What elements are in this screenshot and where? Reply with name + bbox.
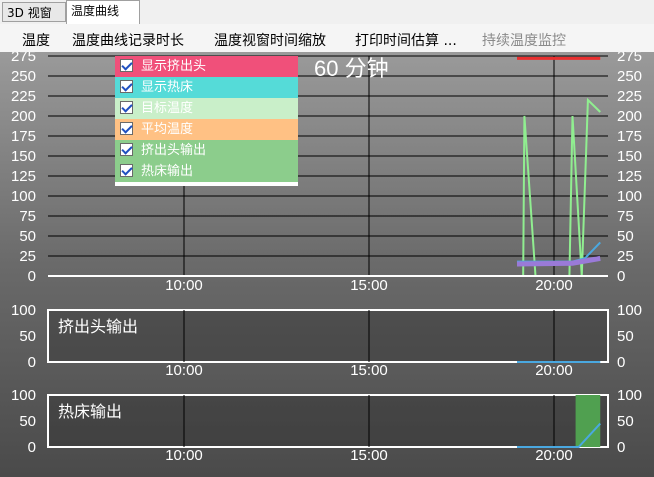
checkbox-checked[interactable] (120, 101, 133, 114)
y-tick-label-right: 0 (617, 439, 625, 456)
x-tick-label: 15:00 (350, 447, 388, 464)
y-tick-label-left: 250 (11, 68, 36, 85)
y-tick-label-right: 250 (617, 68, 642, 85)
y-tick-label-left: 0 (28, 354, 36, 371)
checkbox-checked[interactable] (120, 122, 133, 135)
x-tick-label: 10:00 (165, 362, 203, 379)
y-tick-label-left: 0 (28, 439, 36, 456)
menu-continuous-monitor[interactable]: 持续温度监控 (482, 30, 566, 50)
tab-bar: 3D 视窗 温度曲线 (0, 0, 654, 24)
series-line (517, 97, 601, 277)
checkbox-checked[interactable] (120, 59, 133, 72)
x-tick-label: 20:00 (535, 447, 573, 464)
legend-label: 显示热床 (141, 80, 194, 95)
y-tick-label-left: 200 (11, 108, 36, 125)
y-tick-label-left: 0 (28, 268, 36, 285)
x-tick-label: 15:00 (350, 277, 388, 294)
y-tick-label-right: 100 (617, 302, 642, 319)
checkbox-checked[interactable] (120, 80, 133, 93)
y-tick-label-left: 50 (19, 328, 36, 345)
legend-row[interactable]: 显示热床 (115, 77, 298, 98)
y-tick-label-right: 275 (617, 52, 642, 65)
y-tick-label-right: 50 (617, 228, 634, 245)
y-tick-label-right: 100 (617, 188, 642, 205)
legend-label: 平均温度 (141, 122, 194, 137)
y-tick-label-right: 0 (617, 354, 625, 371)
legend-label: 挤出头输出 (141, 143, 207, 158)
tab-3d-view[interactable]: 3D 视窗 (2, 2, 66, 22)
y-tick-label-left: 225 (11, 88, 36, 105)
checkbox-checked[interactable] (120, 164, 133, 177)
y-tick-label-right: 100 (617, 387, 642, 404)
x-tick-label: 15:00 (350, 362, 388, 379)
y-tick-label-right: 150 (617, 148, 642, 165)
x-tick-label: 10:00 (165, 277, 203, 294)
x-tick-label: 10:00 (165, 447, 203, 464)
y-tick-label-left: 50 (19, 228, 36, 245)
temperature-plot-area: 0 0 25 25 50 50 75 75 100 100 125 125 150 150 175 175 20… (0, 52, 654, 477)
y-tick-label-left: 175 (11, 128, 36, 145)
panel-frame (47, 394, 609, 448)
legend-row[interactable]: 平均温度 (115, 119, 298, 140)
menu-temperature[interactable]: 温度 (22, 30, 50, 50)
legend-label: 显示挤出头 (141, 59, 207, 74)
legend-label: 目标温度 (141, 101, 194, 116)
y-tick-label-right: 225 (617, 88, 642, 105)
tab-temperature-curve[interactable]: 温度曲线 (66, 0, 140, 24)
y-tick-label-right: 50 (617, 328, 634, 345)
legend-row[interactable]: 挤出头输出 (115, 140, 298, 161)
y-tick-label-right: 200 (617, 108, 642, 125)
y-tick-label-left: 275 (11, 52, 36, 65)
y-tick-label-left: 100 (11, 188, 36, 205)
y-tick-label-right: 0 (617, 268, 625, 285)
menu-bar: 温度 温度曲线记录时长 温度视窗时间缩放 打印时间估算 ... 持续温度监控 (0, 24, 654, 52)
y-tick-label-left: 25 (19, 248, 36, 265)
y-tick-label-left: 100 (11, 302, 36, 319)
y-tick-label-left: 100 (11, 387, 36, 404)
plot-top-title: 60 分钟 (314, 56, 389, 81)
panel-title: 热床输出 (58, 402, 122, 421)
x-tick-label: 20:00 (535, 362, 573, 379)
menu-print-time-estimate[interactable]: 打印时间估算 ... (355, 30, 457, 50)
legend-label: 热床输出 (141, 164, 194, 179)
checkbox-checked[interactable] (120, 143, 133, 156)
series-area (575, 395, 601, 447)
y-tick-label-left: 150 (11, 148, 36, 165)
y-tick-label-right: 50 (617, 413, 634, 430)
y-tick-label-left: 50 (19, 413, 36, 430)
menu-time-zoom[interactable]: 温度视窗时间缩放 (214, 30, 326, 50)
panel-title: 挤出头输出 (58, 317, 138, 336)
menu-record-duration[interactable]: 温度曲线记录时长 (72, 30, 184, 50)
y-tick-label-left: 75 (19, 208, 36, 225)
y-tick-label-right: 175 (617, 128, 642, 145)
legend-row[interactable]: 目标温度 (115, 98, 298, 119)
y-tick-label-right: 75 (617, 208, 634, 225)
temperature-chart-svg: 0 0 25 25 50 50 75 75 100 100 125 125 150 150 175 175 20… (11, 52, 642, 464)
legend-panel: 显示挤出头显示热床目标温度平均温度挤出头输出热床输出 (115, 56, 298, 186)
y-tick-label-right: 25 (617, 248, 634, 265)
legend-row[interactable]: 显示挤出头 (115, 56, 298, 77)
y-tick-label-right: 125 (617, 168, 642, 185)
legend-row[interactable]: 热床输出 (115, 161, 298, 182)
x-tick-label: 20:00 (535, 277, 573, 294)
y-tick-label-left: 125 (11, 168, 36, 185)
